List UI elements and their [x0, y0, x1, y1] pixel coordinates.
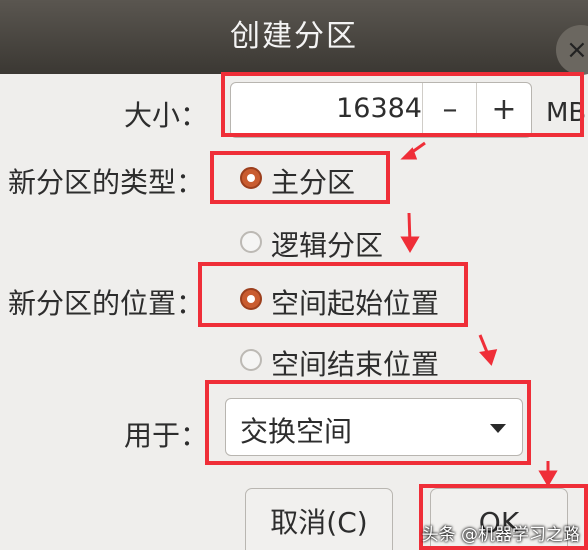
- radio-unselected-icon[interactable]: [240, 231, 262, 253]
- space-start-label: 空间起始位置: [271, 287, 440, 320]
- arrow-3: [478, 334, 491, 358]
- arrow-1-head: [400, 147, 418, 160]
- radio-selected-icon[interactable]: [240, 167, 262, 189]
- size-input[interactable]: 16384: [287, 93, 422, 124]
- cancel-button[interactable]: 取消(C): [245, 488, 393, 550]
- dialog-title: 创建分区: [0, 0, 588, 74]
- decrease-size-button[interactable]: –: [422, 83, 477, 137]
- partition-type-label: 新分区的类型：: [8, 166, 205, 199]
- logical-partition-label: 逻辑分区: [271, 229, 384, 262]
- radio-unselected-icon[interactable]: [240, 349, 262, 371]
- chevron-down-icon[interactable]: [490, 424, 506, 433]
- space-end-label: 空间结束位置: [271, 348, 440, 381]
- use-as-value: 交换空间: [240, 415, 353, 448]
- size-stepper[interactable]: 16384 – +: [230, 82, 532, 138]
- size-unit: MB: [546, 98, 587, 128]
- create-partition-dialog: 创建分区 × 大小： 16384 – + MB 新分区的类型： 主分区 逻辑分区…: [0, 0, 588, 550]
- size-label: 大小：: [124, 99, 209, 132]
- watermark-text: 头条 @机器学习之路: [421, 525, 580, 545]
- arrow-1: [407, 141, 426, 157]
- increase-size-button[interactable]: +: [476, 83, 531, 137]
- arrow-2: [407, 212, 412, 245]
- arrow-2-head: [400, 236, 420, 253]
- radio-selected-icon[interactable]: [240, 288, 262, 310]
- partition-location-label: 新分区的位置：: [8, 287, 205, 320]
- use-as-dropdown[interactable]: 交换空间: [225, 398, 523, 456]
- use-as-label: 用于：: [124, 419, 209, 452]
- arrow-3-head: [479, 349, 498, 366]
- arrow-4-head: [538, 470, 558, 487]
- primary-partition-label: 主分区: [271, 166, 356, 199]
